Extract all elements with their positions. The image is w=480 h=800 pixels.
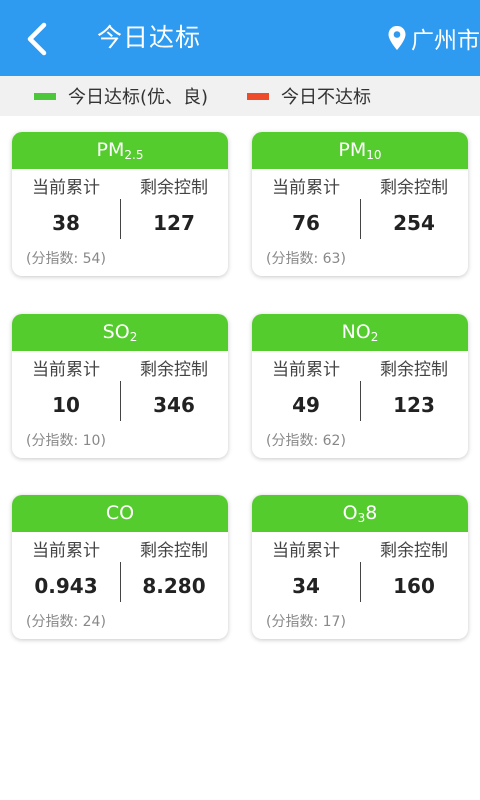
pollutant-card-co[interactable]: CO 当前累计 0.943 剩余控制 8.280 (分指数: 24): [12, 495, 228, 639]
sub-index: (分指数: 63): [266, 251, 346, 267]
remaining-control-label: 剩余控制: [380, 541, 448, 561]
city-selector[interactable]: 广州市: [387, 20, 480, 56]
pollutant-name: PM: [338, 139, 367, 161]
remaining-control-label: 剩余控制: [380, 360, 448, 380]
remaining-control-value: 8.280: [142, 574, 206, 598]
legend-bad: 今日不达标: [247, 83, 371, 109]
sub-index: (分指数: 17): [266, 614, 346, 630]
pollutant-subscript: 2.5: [124, 148, 144, 162]
card-title: PM2.5: [12, 132, 228, 169]
current-total-label: 当前累计: [32, 360, 100, 380]
remaining-control-label: 剩余控制: [380, 178, 448, 198]
pollutant-subscript: 2: [370, 330, 379, 344]
pollutant-name: O: [342, 502, 358, 524]
current-total-label: 当前累计: [32, 541, 100, 561]
page-title: 今日达标: [97, 23, 202, 52]
back-arrow-icon: [27, 22, 47, 56]
city-name: 广州市: [411, 28, 480, 54]
sub-index: (分指数: 10): [26, 433, 106, 449]
pollutant-subscript: 2: [129, 330, 138, 344]
current-total-label: 当前累计: [272, 360, 340, 380]
sub-index: (分指数: 54): [26, 251, 106, 267]
pollutant-subscript: 10: [366, 148, 382, 162]
pollutant-card-pm10[interactable]: PM10 当前累计 76 剩余控制 254 (分指数: 63): [252, 132, 468, 276]
current-total-label: 当前累计: [32, 178, 100, 198]
remaining-control-value: 123: [393, 393, 435, 417]
sub-index: (分指数: 62): [266, 433, 346, 449]
card-title: NO2: [252, 314, 468, 351]
remaining-control-label: 剩余控制: [140, 360, 208, 380]
pollutant-card-so2[interactable]: SO2 当前累计 10 剩余控制 346 (分指数: 10): [12, 314, 228, 458]
legend-bar: 今日达标(优、良) 今日不达标: [0, 76, 480, 116]
legend-good-label: 今日达标(优、良): [68, 87, 209, 108]
card-title: SO2: [12, 314, 228, 351]
remaining-control-value: 127: [153, 211, 195, 235]
pollutant-name: SO: [102, 321, 130, 343]
pollutant-card-pm25[interactable]: PM2.5 当前累计 38 剩余控制 127 (分指数: 54): [12, 132, 228, 276]
pollutant-name: NO: [341, 321, 371, 343]
legend-good: 今日达标(优、良): [34, 83, 208, 109]
remaining-control-label: 剩余控制: [140, 178, 208, 198]
app-header: 今日达标 广州市: [0, 0, 480, 76]
current-total-value: 76: [292, 211, 320, 235]
legend-bad-swatch: [247, 92, 269, 100]
pollutant-name: PM: [96, 139, 125, 161]
remaining-control-value: 160: [393, 574, 435, 598]
remaining-control-value: 346: [153, 393, 195, 417]
current-total-value: 38: [52, 211, 80, 235]
pollutant-name: CO: [105, 502, 135, 524]
remaining-control-value: 254: [393, 211, 435, 235]
current-total-value: 10: [52, 393, 80, 417]
current-total-label: 当前累计: [272, 178, 340, 198]
pollutant-card-no2[interactable]: NO2 当前累计 49 剩余控制 123 (分指数: 62): [252, 314, 468, 458]
card-title: PM10: [252, 132, 468, 169]
pollutant-suffix: 8: [365, 502, 378, 524]
legend-bad-label: 今日不达标: [281, 87, 371, 108]
card-title: CO: [12, 495, 228, 532]
current-total-value: 0.943: [34, 574, 98, 598]
current-total-label: 当前累计: [272, 541, 340, 561]
legend-good-swatch: [34, 92, 56, 100]
current-total-value: 49: [292, 393, 320, 417]
current-total-value: 34: [292, 574, 320, 598]
pollutant-card-o3-8h[interactable]: O38 当前累计 34 剩余控制 160 (分指数: 17): [252, 495, 468, 639]
sub-index: (分指数: 24): [26, 614, 106, 630]
location-pin-icon: [388, 26, 406, 50]
remaining-control-label: 剩余控制: [140, 541, 208, 561]
card-title: O38: [252, 495, 468, 532]
back-button[interactable]: [22, 20, 56, 58]
